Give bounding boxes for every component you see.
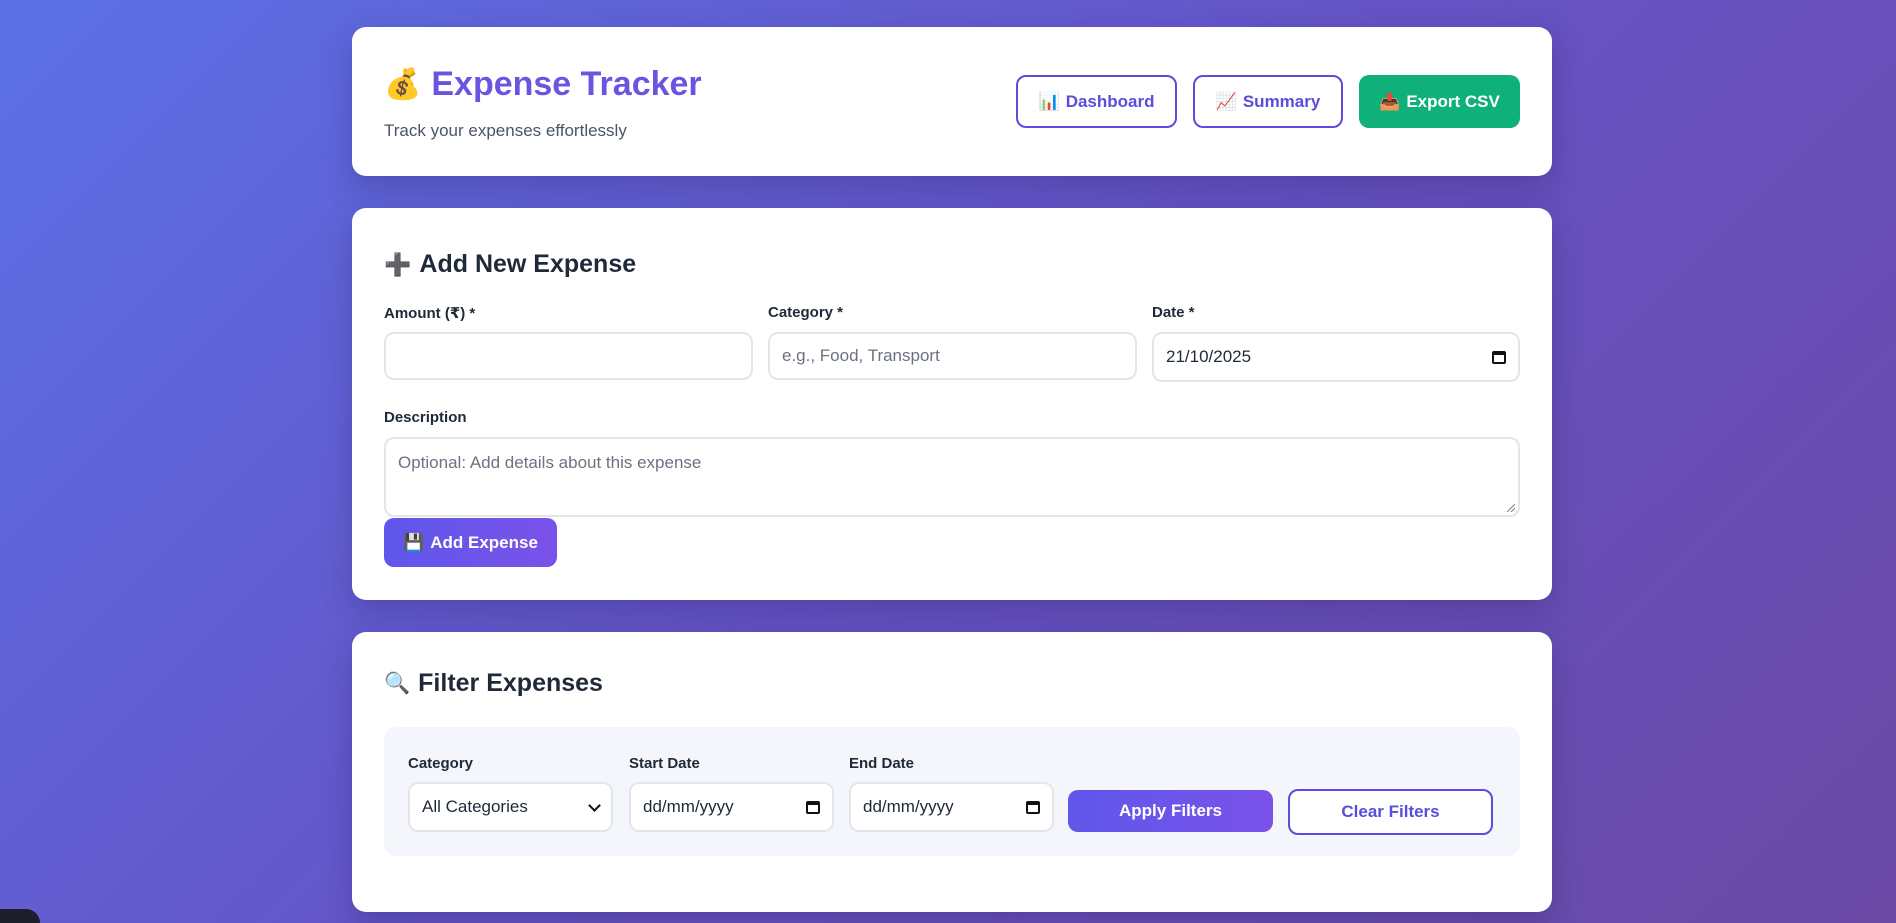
calendar-icon[interactable] (1026, 800, 1040, 814)
filter-category-label: Category (408, 755, 474, 772)
filter-panel: Category All Categories Start Date dd/mm… (384, 727, 1520, 856)
add-expense-button[interactable]: 💾 Add Expense (384, 518, 557, 567)
summary-button-label: Summary (1242, 91, 1321, 111)
end-date-input[interactable]: dd/mm/yyyy (849, 782, 1054, 832)
chevron-down-icon (588, 798, 601, 812)
apply-filters-button[interactable]: Apply Filters (1068, 790, 1273, 832)
category-input-placeholder: e.g., Food, Transport (782, 346, 940, 365)
app-title-text: Expense Tracker (431, 65, 702, 103)
bar-chart-icon: 📊 (1038, 91, 1060, 111)
end-date-value: dd/mm/yyyy (863, 797, 954, 816)
app-title: 💰 Expense Tracker (384, 65, 702, 104)
amount-input[interactable] (384, 332, 753, 380)
start-date-value: dd/mm/yyyy (643, 797, 734, 816)
floppy-disk-icon: 💾 (403, 532, 425, 552)
dashboard-button-label: Dashboard (1065, 91, 1155, 111)
start-date-input[interactable]: dd/mm/yyyy (629, 782, 834, 832)
filter-category-selected: All Categories (422, 797, 528, 816)
export-tray-icon: 📤 (1379, 91, 1401, 111)
filter-expenses-card: 🔍 Filter Expenses Category All Categorie… (352, 632, 1552, 912)
money-bag-icon: 💰 (384, 68, 422, 101)
summary-button[interactable]: 📈 Summary (1193, 75, 1343, 128)
start-date-label: Start Date (629, 755, 700, 772)
add-expense-heading: ➕ Add New Expense (384, 250, 636, 279)
resize-handle[interactable] (1507, 504, 1515, 512)
filter-category-select[interactable]: All Categories (408, 782, 613, 832)
magnifier-icon: 🔍 (384, 671, 411, 695)
add-expense-heading-text: Add New Expense (419, 250, 637, 278)
plus-icon: ➕ (384, 251, 412, 277)
end-date-label: End Date (849, 755, 915, 772)
app-subtitle: Track your expenses effortlessly (384, 121, 627, 140)
description-placeholder: Optional: Add details about this expense (398, 453, 702, 472)
filter-expenses-heading: 🔍 Filter Expenses (384, 669, 603, 698)
trend-chart-icon: 📈 (1215, 91, 1237, 111)
date-label: Date * (1152, 304, 1195, 321)
calendar-icon[interactable] (806, 800, 820, 814)
header-card: 💰 Expense Tracker Track your expenses ef… (352, 27, 1552, 176)
category-input[interactable]: e.g., Food, Transport (768, 332, 1137, 380)
filter-expenses-heading-text: Filter Expenses (418, 669, 603, 697)
export-csv-button[interactable]: 📤 Export CSV (1359, 75, 1520, 128)
clear-filters-button-label: Clear Filters (1341, 802, 1440, 821)
description-label: Description (384, 409, 467, 426)
add-expense-card: ➕ Add New Expense Amount (₹) * Category … (352, 208, 1552, 600)
calendar-icon[interactable] (1492, 350, 1506, 364)
clear-filters-button[interactable]: Clear Filters (1288, 789, 1493, 835)
category-label: Category * (768, 304, 844, 321)
date-input[interactable]: 21/10/2025 (1152, 332, 1520, 382)
add-expense-button-label: Add Expense (430, 532, 538, 552)
dashboard-button[interactable]: 📊 Dashboard (1016, 75, 1177, 128)
window-corner (0, 909, 40, 923)
export-csv-button-label: Export CSV (1406, 91, 1500, 111)
description-textarea[interactable]: Optional: Add details about this expense (384, 437, 1520, 517)
date-input-value: 21/10/2025 (1166, 347, 1252, 366)
apply-filters-button-label: Apply Filters (1119, 801, 1222, 820)
amount-label: Amount (₹) * (384, 305, 476, 322)
